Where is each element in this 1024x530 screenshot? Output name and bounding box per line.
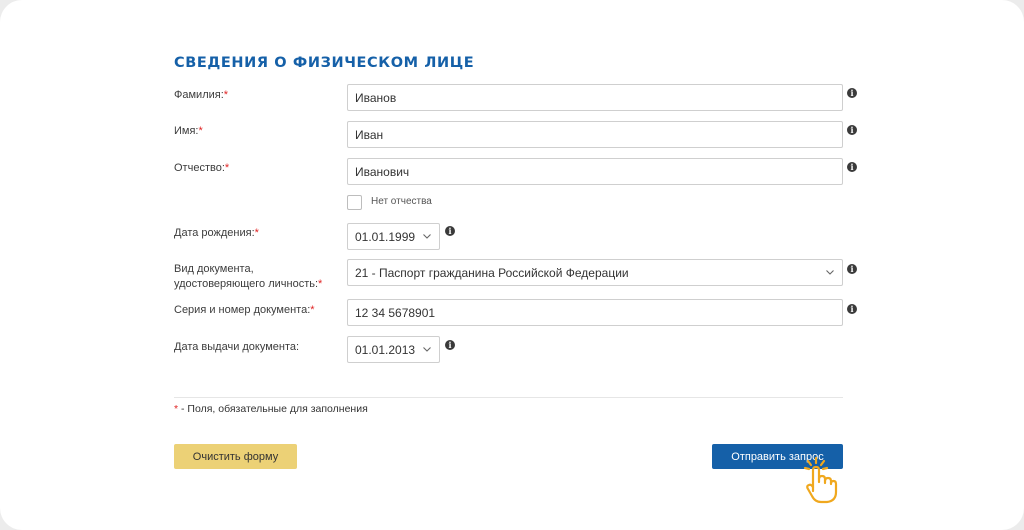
- doc-number-label: Серия и номер документа:*: [174, 304, 315, 316]
- chevron-down-icon: [422, 232, 432, 242]
- section-title: СВЕДЕНИЯ О ФИЗИЧЕСКОМ ЛИЦЕ: [174, 55, 475, 71]
- last-name-label: Фамилия:*: [174, 89, 229, 101]
- info-icon[interactable]: i: [445, 226, 455, 236]
- doc-type-label: Вид документа, удостоверяющего личность:…: [174, 263, 323, 290]
- required-marker: *: [224, 162, 230, 174]
- info-icon[interactable]: i: [847, 162, 857, 172]
- birth-date-label: Дата рождения:*: [174, 227, 259, 239]
- doc-type-select[interactable]: 21 - Паспорт гражданина Российской Федер…: [347, 259, 843, 286]
- form-card: СВЕДЕНИЯ О ФИЗИЧЕСКОМ ЛИЦЕ Фамилия:* i И…: [0, 0, 1024, 530]
- birth-date-select[interactable]: 01.01.1999: [347, 223, 440, 250]
- info-icon[interactable]: i: [847, 125, 857, 135]
- doc-type-value: 21 - Паспорт гражданина Российской Федер…: [355, 265, 629, 280]
- info-icon[interactable]: i: [847, 304, 857, 314]
- no-patronymic-label[interactable]: Нет отчества: [371, 196, 432, 207]
- last-name-input[interactable]: [347, 84, 843, 111]
- info-icon[interactable]: i: [847, 264, 857, 274]
- issue-date-value: 01.01.2013: [355, 342, 416, 357]
- clear-form-button[interactable]: Очистить форму: [174, 444, 297, 469]
- info-icon[interactable]: i: [445, 340, 455, 350]
- first-name-label: Имя:*: [174, 125, 203, 137]
- divider: [174, 397, 843, 398]
- no-patronymic-checkbox[interactable]: [347, 195, 362, 210]
- issue-date-select[interactable]: 01.01.2013: [347, 336, 440, 363]
- first-name-input[interactable]: [347, 121, 843, 148]
- info-icon[interactable]: i: [847, 88, 857, 98]
- issue-date-label: Дата выдачи документа:: [174, 341, 300, 353]
- chevron-down-icon: [422, 345, 432, 355]
- patronymic-label: Отчество:*: [174, 162, 230, 174]
- patronymic-input[interactable]: [347, 158, 843, 185]
- required-fields-note: * - Поля, обязательные для заполнения: [174, 403, 368, 415]
- required-marker: *: [318, 278, 323, 290]
- doc-number-input[interactable]: [347, 299, 843, 326]
- required-marker: *: [310, 304, 315, 316]
- required-marker: *: [223, 89, 229, 101]
- birth-date-value: 01.01.1999: [355, 229, 416, 244]
- required-marker: *: [254, 227, 259, 239]
- hand-pointer-icon: [803, 456, 838, 504]
- required-marker: *: [198, 125, 203, 137]
- chevron-down-icon: [825, 268, 835, 278]
